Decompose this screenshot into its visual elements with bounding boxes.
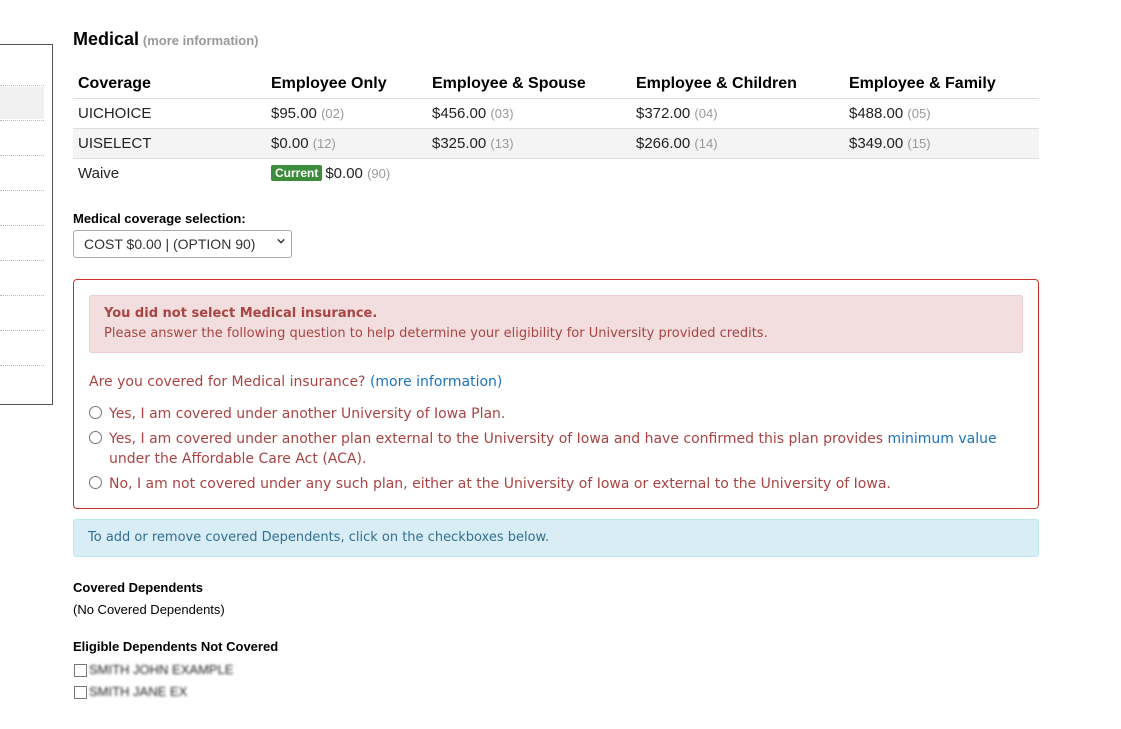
coverage-selection-label: Medical coverage selection: — [73, 211, 246, 226]
radio-button[interactable] — [89, 406, 102, 419]
warning-alert: You did not select Medical insurance. Pl… — [89, 295, 1023, 353]
sidebar-divider — [0, 155, 44, 157]
price: $349.00 — [849, 135, 904, 152]
price: $0.00 — [271, 135, 309, 152]
table-row: Waive Current $0.00 (90) — [73, 159, 1039, 189]
table-row: UISELECT $0.00 (12) $325.00 (13) $266.00… — [73, 128, 1039, 159]
table-header-row: Coverage Employee Only Employee & Spouse… — [73, 68, 1039, 99]
more-info-link[interactable]: (more information) — [143, 33, 259, 48]
radio-option-not-covered[interactable]: No, I am not covered under any such plan… — [89, 474, 1019, 494]
current-badge: Current — [271, 165, 323, 181]
sidebar-divider — [0, 295, 44, 297]
sidebar-divider — [0, 85, 44, 87]
radio-button[interactable] — [89, 476, 102, 489]
covered-dependents-empty: (No Covered Dependents) — [73, 602, 225, 617]
option-code: (13) — [490, 136, 514, 151]
price-cell: $456.00 (03) — [427, 98, 631, 129]
section-title: Medical (more information) — [73, 29, 258, 50]
dependent-item[interactable]: SMITH JANE EX — [73, 683, 273, 701]
price-cell: $372.00 (04) — [631, 98, 844, 129]
eligible-dependents-heading: Eligible Dependents Not Covered — [73, 639, 279, 654]
sidebar-divider — [0, 120, 44, 122]
plan-name: Waive — [78, 165, 120, 182]
question-more-info-link[interactable]: (more information) — [370, 374, 502, 390]
option-code: (12) — [312, 136, 336, 151]
coverage-select[interactable]: COST $0.00 | (OPTION 90) — [73, 230, 292, 258]
option-code: (15) — [907, 136, 931, 151]
sidebar-panel — [0, 44, 53, 405]
price: $325.00 — [432, 135, 487, 152]
dependents-info-alert: To add or remove covered Dependents, cli… — [73, 519, 1039, 557]
dependent-checkbox[interactable] — [74, 686, 87, 699]
price-cell: $349.00 (15) — [844, 128, 1039, 159]
price-cell: $266.00 (14) — [631, 128, 844, 159]
column-header: Employee & Family — [844, 68, 1039, 99]
plan-name: UICHOICE — [73, 98, 266, 129]
price: $488.00 — [849, 105, 904, 122]
radio-label: Yes, I am covered under another plan ext… — [109, 429, 1019, 469]
option-code: (05) — [907, 106, 931, 121]
dependent-name: SMITH JOHN EXAMPLE — [89, 662, 234, 677]
coverage-select-value: COST $0.00 | (OPTION 90) — [84, 236, 256, 252]
dependent-checkbox[interactable] — [74, 664, 87, 677]
table-row: UICHOICE $95.00 (02) $456.00 (03) $372.0… — [73, 98, 1039, 129]
option-code: (14) — [694, 136, 718, 151]
radio-label: No, I am not covered under any such plan… — [109, 476, 891, 492]
sidebar-divider — [0, 365, 44, 367]
dependent-item[interactable]: SMITH JOHN EXAMPLE — [73, 661, 273, 679]
price-cell: $95.00 (02) — [266, 98, 427, 129]
column-header: Employee & Children — [631, 68, 844, 99]
section-title-text: Medical — [73, 29, 140, 49]
price: $0.00 — [325, 165, 363, 182]
radio-option-iowa-plan[interactable]: Yes, I am covered under another Universi… — [89, 404, 1019, 424]
sidebar-divider — [0, 225, 44, 227]
radio-label-text: under the Affordable Care Act (ACA). — [109, 451, 367, 467]
coverage-table: Coverage Employee Only Employee & Spouse… — [73, 68, 1039, 188]
chevron-down-icon — [277, 238, 285, 244]
price: $95.00 — [271, 105, 317, 122]
price-cell: $325.00 (13) — [427, 128, 631, 159]
radio-label-text: Yes, I am covered under another plan ext… — [109, 431, 883, 447]
sidebar-divider — [0, 190, 44, 192]
price: $266.00 — [636, 135, 691, 152]
price: $372.00 — [636, 105, 691, 122]
sidebar-divider — [0, 260, 44, 262]
warning-body: Please answer the following question to … — [104, 326, 768, 341]
minimum-value-link[interactable]: minimum value — [887, 431, 996, 447]
question-text: Are you covered for Medical insurance? — [89, 374, 366, 390]
price-cell: $488.00 (05) — [844, 98, 1039, 129]
radio-button[interactable] — [89, 431, 102, 444]
radio-label: Yes, I am covered under another Universi… — [109, 406, 506, 422]
column-header: Coverage — [73, 68, 266, 99]
column-header: Employee & Spouse — [427, 68, 631, 99]
option-code: (02) — [321, 106, 345, 121]
eligibility-panel: You did not select Medical insurance. Pl… — [73, 279, 1039, 509]
price-cell: $0.00 (12) — [266, 128, 427, 159]
price: $456.00 — [432, 105, 487, 122]
dependent-name: SMITH JANE EX — [89, 684, 188, 699]
price-cell: Current $0.00 (90) — [266, 159, 1039, 189]
option-code: (04) — [694, 106, 718, 121]
option-code: (03) — [490, 106, 514, 121]
sidebar-divider — [0, 330, 44, 332]
sidebar-active-item[interactable] — [0, 87, 44, 119]
covered-dependents-heading: Covered Dependents — [73, 580, 204, 595]
option-code: (90) — [367, 166, 391, 181]
column-header: Employee Only — [266, 68, 427, 99]
radio-option-external-plan[interactable]: Yes, I am covered under another plan ext… — [89, 429, 1019, 469]
plan-name: UISELECT — [73, 128, 266, 159]
warning-heading: You did not select Medical insurance. — [104, 306, 378, 321]
coverage-question: Are you covered for Medical insurance? (… — [89, 374, 502, 390]
